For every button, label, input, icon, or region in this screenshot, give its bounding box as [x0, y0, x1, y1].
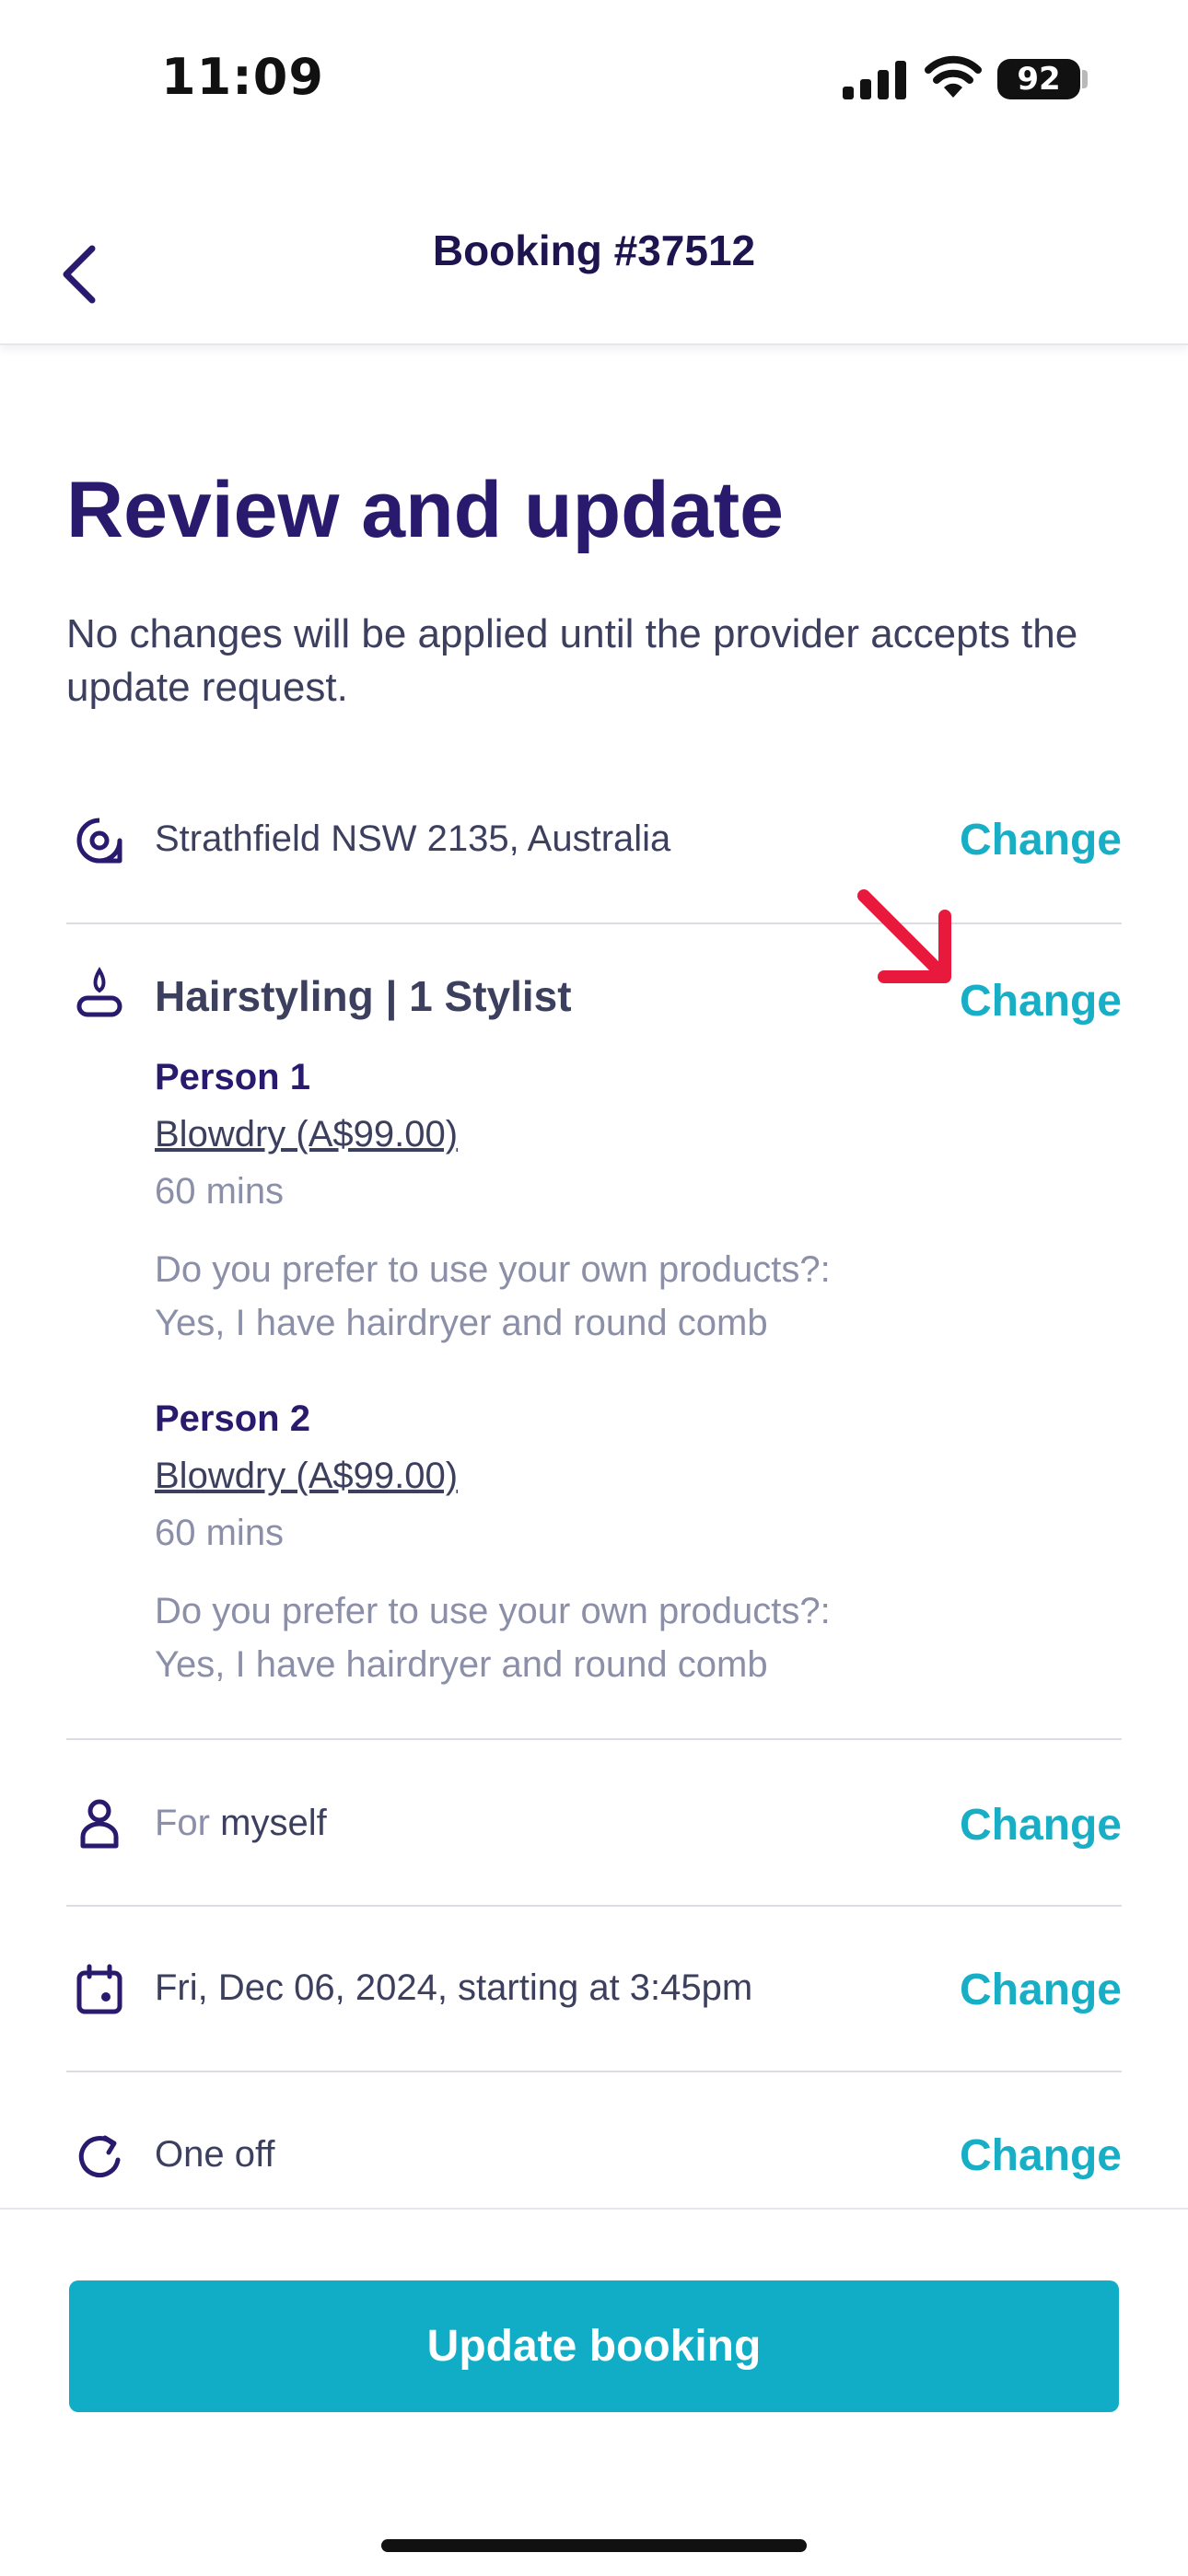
frequency-text: One off [155, 2134, 275, 2175]
status-bar: 11:09 92 [0, 0, 1188, 157]
status-time: 11:09 [161, 48, 324, 106]
update-booking-button[interactable]: Update booking [69, 2280, 1119, 2412]
recipient-text: For myself [155, 1803, 327, 1844]
person-2-answer-text: Yes, I have hairdryer and round comb [155, 1644, 768, 1685]
person-2-label: Person 2 [155, 1398, 310, 1439]
change-datetime-button[interactable]: Change [960, 1965, 1122, 2015]
divider [66, 922, 1122, 924]
wifi-icon [925, 55, 982, 98]
battery-tip [1082, 70, 1088, 88]
person-1-duration: 60 mins [155, 1171, 285, 1212]
service-title: Hairstyling | 1 Stylist [155, 972, 572, 1020]
divider [66, 1905, 1122, 1907]
divider [66, 2071, 1122, 2072]
datetime-text: Fri, Dec 06, 2024, starting at 3:45pm [155, 1967, 753, 2008]
location-text: Strathfield NSW 2135, Australia [155, 818, 671, 859]
page-title: Review and update [66, 466, 784, 554]
person-2-duration: 60 mins [155, 1513, 285, 1553]
change-service-button[interactable]: Change [960, 976, 1122, 1027]
person-1-question-text: Do you prefer to use your own products?: [155, 1249, 831, 1290]
home-indicator [381, 2539, 807, 2552]
person-1-label: Person 1 [155, 1057, 310, 1097]
battery-icon: 92 [997, 59, 1080, 99]
person-1-answer-text: Yes, I have hairdryer and round comb [155, 1303, 768, 1343]
recipient-value: myself [220, 1803, 327, 1843]
treatment-icon [76, 967, 122, 1017]
nav-header: Booking #37512 [0, 157, 1188, 345]
recipient-prefix: For [155, 1803, 210, 1843]
nav-title: Booking #37512 [432, 226, 756, 274]
person-2-question-text: Do you prefer to use your own products?: [155, 1591, 831, 1631]
signal-icon [843, 61, 906, 99]
change-frequency-button[interactable]: Change [960, 2130, 1122, 2181]
person-1-question: Do you prefer to use your own products?:… [155, 1243, 1076, 1350]
person-icon [80, 1799, 119, 1849]
change-location-button[interactable]: Change [960, 815, 1122, 865]
divider [66, 1738, 1122, 1740]
annotation-arrow-icon [857, 889, 951, 983]
page-subtitle: No changes will be applied until the pro… [66, 611, 1078, 710]
person-2-service-link[interactable]: Blowdry (A$99.00) [155, 1456, 458, 1497]
calendar-icon [76, 1964, 122, 2014]
change-recipient-button[interactable]: Change [960, 1800, 1122, 1851]
location-pin-icon [76, 818, 122, 864]
person-2-question: Do you prefer to use your own products?:… [155, 1584, 1076, 1691]
person-1-service-link[interactable]: Blowdry (A$99.00) [155, 1114, 458, 1155]
repeat-icon [78, 2135, 121, 2178]
battery-level: 92 [1017, 61, 1061, 98]
